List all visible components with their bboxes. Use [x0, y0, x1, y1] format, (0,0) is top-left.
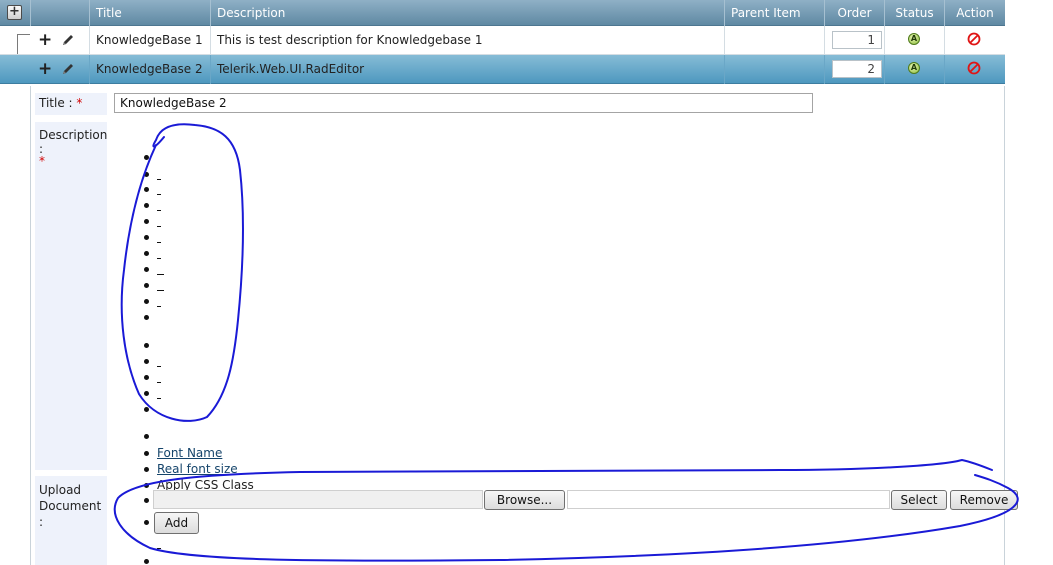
- list-item: [144, 251, 149, 256]
- expand-all-icon[interactable]: +: [7, 5, 22, 20]
- upload-label-line1: Upload: [39, 483, 82, 497]
- description-label: Description : *: [35, 122, 107, 470]
- list-item: [157, 290, 164, 291]
- list-item: [144, 451, 149, 456]
- edit-pencil-icon[interactable]: [61, 33, 75, 47]
- add-button[interactable]: Add: [154, 512, 199, 534]
- upload-label-line2: Document :: [39, 499, 102, 529]
- real-font-size-link[interactable]: Real font size: [157, 462, 238, 476]
- header-title[interactable]: Title: [89, 0, 210, 26]
- list-item: [144, 498, 149, 503]
- status-active-icon[interactable]: A: [908, 33, 920, 45]
- row-title: KnowledgeBase 1: [89, 26, 210, 55]
- list-item: [144, 375, 149, 380]
- list-item: [144, 343, 149, 348]
- list-item: [157, 226, 161, 227]
- list-item: [144, 483, 149, 488]
- row-parent-item: [724, 26, 824, 55]
- required-marker: *: [76, 96, 83, 110]
- browse-button[interactable]: Browse...: [484, 490, 565, 510]
- delete-icon[interactable]: [967, 61, 981, 75]
- row-parent-item: [724, 55, 824, 84]
- selected-file-field[interactable]: [567, 490, 890, 509]
- list-item: [157, 274, 164, 275]
- header-description[interactable]: Description: [210, 0, 724, 26]
- list-item: [144, 299, 149, 304]
- row-description: This is test description for Knowledgeba…: [210, 26, 724, 55]
- description-label-text: Description :: [39, 128, 108, 156]
- list-item: [157, 366, 161, 367]
- header-action[interactable]: Action: [944, 0, 1005, 26]
- list-item: [157, 194, 161, 195]
- edit-pencil-icon[interactable]: [61, 62, 75, 76]
- required-marker: *: [39, 154, 45, 168]
- list-item: [144, 235, 149, 240]
- list-item: [144, 520, 149, 525]
- list-item: [144, 203, 149, 208]
- upload-label: Upload Document :: [35, 476, 107, 565]
- list-item: [144, 187, 149, 192]
- row-title: KnowledgeBase 2: [89, 55, 210, 84]
- delete-icon[interactable]: [967, 32, 981, 46]
- file-path-input[interactable]: [153, 490, 483, 509]
- list-item: [144, 407, 149, 412]
- list-item: [157, 548, 161, 549]
- title-label: Title : *: [35, 93, 107, 115]
- list-item: [144, 267, 149, 272]
- list-item: [144, 315, 149, 320]
- status-active-icon[interactable]: A: [908, 62, 920, 74]
- title-input[interactable]: KnowledgeBase 2: [114, 93, 813, 113]
- row-description: Telerik.Web.UI.RadEditor: [210, 55, 724, 84]
- table-row-selected[interactable]: + KnowledgeBase 2 Telerik.Web.UI.RadEdit…: [0, 55, 1005, 84]
- list-item: [144, 559, 149, 564]
- header-status[interactable]: Status: [884, 0, 944, 26]
- header-spacer: [30, 0, 89, 26]
- header-parent-item[interactable]: Parent Item: [724, 0, 824, 26]
- grid-header: + Title Description Parent Item Order St…: [0, 0, 1005, 26]
- list-item: [157, 258, 161, 259]
- list-item: [144, 283, 149, 288]
- list-item: [144, 219, 149, 224]
- title-label-text: Title :: [39, 96, 73, 110]
- order-input[interactable]: 2: [832, 60, 882, 78]
- list-item: [157, 210, 161, 211]
- header-order[interactable]: Order: [824, 0, 884, 26]
- remove-button[interactable]: Remove: [950, 490, 1018, 510]
- list-item: [144, 172, 149, 177]
- table-row[interactable]: + KnowledgeBase 1 This is test descripti…: [0, 26, 1005, 55]
- list-item: [157, 242, 161, 243]
- font-name-link[interactable]: Font Name: [157, 446, 222, 460]
- list-item: [144, 434, 149, 439]
- add-child-icon[interactable]: +: [38, 31, 52, 49]
- list-item: [157, 382, 161, 383]
- list-item: [144, 359, 149, 364]
- list-item: [144, 155, 149, 160]
- order-input[interactable]: 1: [832, 31, 882, 49]
- list-item: [144, 467, 149, 472]
- list-item: [144, 391, 149, 396]
- add-child-icon[interactable]: +: [38, 60, 52, 78]
- list-item: [157, 179, 161, 180]
- list-item: [157, 398, 161, 399]
- list-item: [157, 306, 161, 307]
- select-button[interactable]: Select: [891, 490, 947, 510]
